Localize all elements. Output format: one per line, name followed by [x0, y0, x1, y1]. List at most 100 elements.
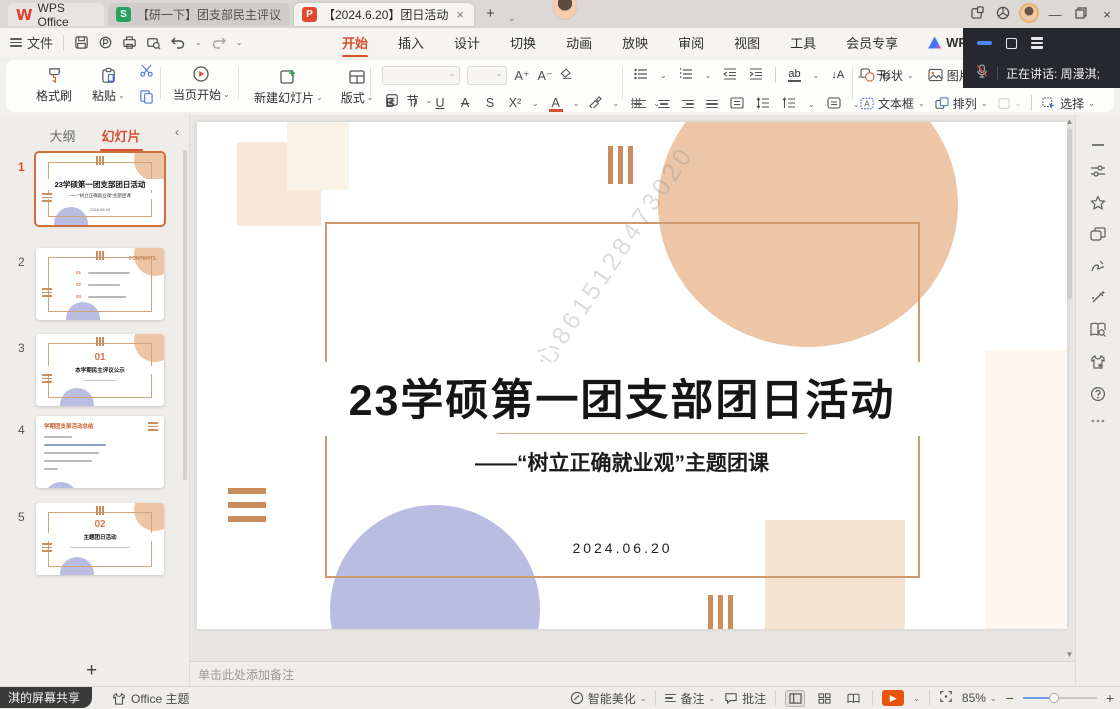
increase-font-button[interactable]: A⁺: [514, 68, 530, 83]
tab-home[interactable]: 开始: [340, 29, 370, 56]
slide-sorter-view-button[interactable]: [814, 690, 834, 707]
fit-to-screen-button[interactable]: [939, 690, 953, 706]
print-button[interactable]: [122, 35, 137, 50]
bold-button[interactable]: B: [382, 96, 398, 110]
tab-insert[interactable]: 插入: [396, 29, 426, 56]
office-theme-button[interactable]: Office 主题: [112, 690, 189, 707]
favorites-star-icon[interactable]: [1090, 195, 1106, 210]
select-button[interactable]: 选择⌄: [1042, 92, 1095, 114]
highlight-button[interactable]: [588, 95, 603, 111]
format-painter-button[interactable]: 格式刷: [30, 63, 78, 107]
textbox-button[interactable]: A文本框⌄: [860, 92, 925, 114]
font-size-select[interactable]: [467, 66, 507, 85]
panel-scrollbar[interactable]: [183, 150, 187, 480]
new-slide-button[interactable]: 新建幻灯片⌄: [248, 63, 329, 111]
text-shadow-button[interactable]: S: [482, 96, 498, 110]
zoom-out-button[interactable]: −: [1006, 690, 1014, 706]
quick-access-chevron-icon[interactable]: ⌄: [236, 38, 243, 47]
tab-transition[interactable]: 切换: [508, 29, 538, 56]
canvas-scrollbar[interactable]: ▲ ▼: [1065, 115, 1074, 661]
line-spacing-button[interactable]: [756, 97, 770, 112]
slide-editor[interactable]: 王可心8615128473020 23学硕第一团支部团日活动 ——“树立正确就业…: [197, 122, 1067, 629]
smart-beautify-button[interactable]: 智能美化⌄: [570, 690, 647, 707]
comments-button[interactable]: 批注: [724, 690, 766, 707]
tab-slides[interactable]: 幻灯片: [100, 123, 143, 148]
superscript-button[interactable]: X²: [507, 96, 523, 110]
paragraph-spacing-button[interactable]: [782, 97, 796, 112]
undo-button[interactable]: [170, 36, 186, 50]
search-reference-icon[interactable]: [1090, 322, 1106, 337]
increase-indent-button[interactable]: [749, 68, 763, 83]
notes-toggle-button[interactable]: 备注⌄: [665, 690, 715, 707]
tab-review[interactable]: 审阅: [676, 29, 706, 56]
paste-button[interactable]: 粘贴⌄: [86, 63, 131, 107]
tab-member[interactable]: 会员专享: [844, 29, 900, 56]
arrange-button[interactable]: 排列⌄: [935, 92, 988, 114]
slide-date[interactable]: 2024.06.20: [325, 540, 920, 556]
zoom-level[interactable]: 85%⌄: [962, 691, 997, 705]
overlay-list-icon[interactable]: [1031, 37, 1043, 48]
new-tab-button[interactable]: +: [486, 5, 495, 23]
animation-pane-icon[interactable]: [1090, 227, 1106, 241]
align-center-button[interactable]: [658, 100, 670, 109]
collapse-rail-icon[interactable]: [1091, 143, 1105, 147]
text-align-box-button[interactable]: [827, 97, 841, 112]
slide-layout-button[interactable]: 版式⌄: [335, 63, 380, 111]
bullet-list-button[interactable]: [634, 68, 648, 83]
collapse-panel-icon[interactable]: ‹: [175, 125, 179, 139]
tab-design[interactable]: 设计: [452, 29, 482, 56]
slide-subtitle[interactable]: ——“树立正确就业观”主题团课: [357, 444, 887, 480]
dock-window-icon[interactable]: [964, 6, 990, 22]
decrease-indent-button[interactable]: [723, 68, 737, 83]
slide-thumbnail-5[interactable]: 02 主题团日活动: [36, 503, 164, 575]
slide-title[interactable]: 23学硕第一团支部团日活动: [307, 362, 937, 436]
restore-button[interactable]: [1068, 7, 1094, 22]
file-menu-button[interactable]: 文件: [10, 33, 53, 52]
scroll-up-icon[interactable]: ▲: [1065, 117, 1074, 126]
slide-thumbnail-4[interactable]: 学期团支部活动总结: [36, 416, 164, 488]
underline-button[interactable]: U: [432, 96, 448, 110]
tab-slideshow[interactable]: 放映: [620, 29, 650, 56]
play-from-current-button[interactable]: 当页开始⌄: [167, 63, 236, 105]
beautify-wand-icon[interactable]: [1090, 290, 1106, 305]
signature-tool-icon[interactable]: [1090, 258, 1106, 273]
tab-tools[interactable]: 工具: [788, 29, 818, 56]
cut-button[interactable]: [139, 63, 154, 81]
strikethrough-button[interactable]: A: [457, 96, 473, 110]
minimize-button[interactable]: —: [1042, 7, 1068, 22]
wps-office-home-tab[interactable]: W WPS Office: [8, 3, 104, 26]
font-color-button[interactable]: A: [548, 96, 564, 110]
tab-outline[interactable]: 大纲: [47, 123, 77, 148]
notes-bar[interactable]: 单击此处添加备注: [190, 661, 1075, 686]
tab-animation[interactable]: 动画: [564, 29, 594, 56]
justify-button[interactable]: [706, 100, 718, 109]
globe-icon[interactable]: [990, 6, 1016, 23]
print-preview-button[interactable]: [146, 35, 161, 50]
shapes-button[interactable]: 形状⌄: [860, 64, 914, 86]
font-family-select[interactable]: [382, 66, 460, 85]
distribute-text-button[interactable]: [730, 97, 744, 112]
align-left-button[interactable]: [634, 100, 646, 109]
close-tab-icon[interactable]: ×: [454, 7, 466, 22]
overlay-window-icon[interactable]: [1006, 38, 1017, 49]
slide-canvas[interactable]: 王可心8615128473020 23学硕第一团支部团日活动 ——“树立正确就业…: [190, 115, 1075, 661]
numbered-list-button[interactable]: [679, 68, 693, 83]
save-button[interactable]: [74, 35, 89, 50]
zoom-slider[interactable]: [1023, 697, 1097, 699]
redo-button[interactable]: [211, 36, 227, 50]
normal-view-button[interactable]: [785, 690, 805, 707]
add-slide-button[interactable]: +: [86, 660, 97, 682]
decrease-font-button[interactable]: A⁻: [537, 68, 553, 83]
align-right-button[interactable]: [682, 100, 694, 109]
slideshow-play-button[interactable]: ▶: [882, 690, 904, 706]
skin-theme-icon[interactable]: [1090, 354, 1106, 369]
export-pdf-button[interactable]: [98, 35, 113, 50]
slide-thumbnail-2[interactable]: CONTENTS 01 02 03: [36, 248, 164, 320]
help-icon[interactable]: [1090, 386, 1106, 402]
screen-share-badge[interactable]: 淇的屏幕共享: [0, 687, 92, 708]
muted-mic-icon[interactable]: [975, 64, 989, 82]
italic-button[interactable]: I: [407, 96, 423, 110]
tab-view[interactable]: 视图: [732, 29, 762, 56]
slide-thumbnail-3[interactable]: 01 本学期民主评议公示: [36, 334, 164, 406]
ppt-document-tab-active[interactable]: P 【2024.6.20】团日活动.pptx ×: [294, 3, 474, 26]
